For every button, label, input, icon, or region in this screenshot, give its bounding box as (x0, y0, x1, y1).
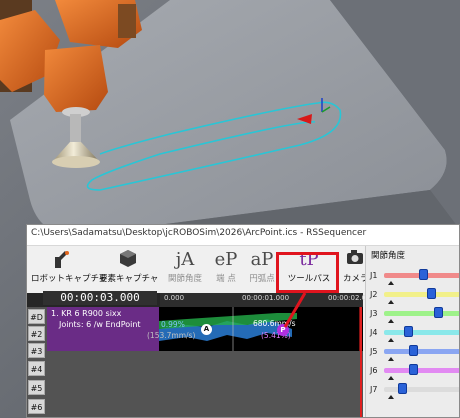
rssequencer-window: C:\Users\Sadamatsu\Desktop\jcROBOSim\202… (26, 224, 460, 418)
joint-slider-knob[interactable] (434, 307, 444, 318)
joint-slider-knob[interactable] (419, 269, 428, 280)
joint-label: J3 (370, 309, 378, 318)
joint-limit-marker (388, 395, 394, 399)
joint-slider-knob[interactable] (409, 364, 419, 375)
joint-limit-marker (388, 357, 394, 361)
joint-label: J7 (370, 385, 378, 394)
joint-row: J7 (366, 382, 459, 400)
joint-limit-marker (388, 281, 394, 285)
robot-wrist (44, 45, 108, 112)
joint-label: J4 (370, 328, 378, 337)
joint-label: J2 (370, 290, 378, 299)
joint-limit-marker (388, 376, 394, 380)
joint-row: J5 (366, 344, 459, 362)
tool-tip (52, 156, 100, 168)
joint-panel-title: 関節角度 (371, 251, 406, 261)
joint-angle-panel: 関節角度 J1 J2 J3 J4 J5 J6 J7 (365, 246, 459, 417)
joint-slider-knob[interactable] (408, 345, 418, 356)
joint-slider-knob[interactable] (403, 326, 413, 337)
joint-slider-track[interactable] (384, 387, 459, 392)
joint-slider-track[interactable] (384, 311, 459, 316)
joint-slider-track[interactable] (384, 292, 459, 297)
joint-row: J2 (366, 287, 459, 305)
joint-row: J1 (366, 268, 459, 286)
joint-limit-marker (388, 338, 394, 342)
joint-slider-knob[interactable] (427, 288, 437, 299)
joint-limit-marker (388, 319, 394, 323)
tool-shaft (70, 114, 81, 144)
joint-slider-track[interactable] (384, 330, 459, 335)
joint-label: J5 (370, 347, 378, 356)
joint-label: J1 (370, 271, 378, 280)
joint-row: J3 (366, 306, 459, 324)
joint-limit-marker (388, 300, 394, 304)
joint-label: J6 (370, 366, 378, 375)
joint-row: J4 (366, 325, 459, 343)
joint-slider-knob[interactable] (398, 383, 407, 394)
robot-joint (118, 4, 136, 38)
joint-slider-track[interactable] (384, 349, 459, 354)
joint-row: J6 (366, 363, 459, 381)
joint-slider-track[interactable] (384, 368, 459, 373)
